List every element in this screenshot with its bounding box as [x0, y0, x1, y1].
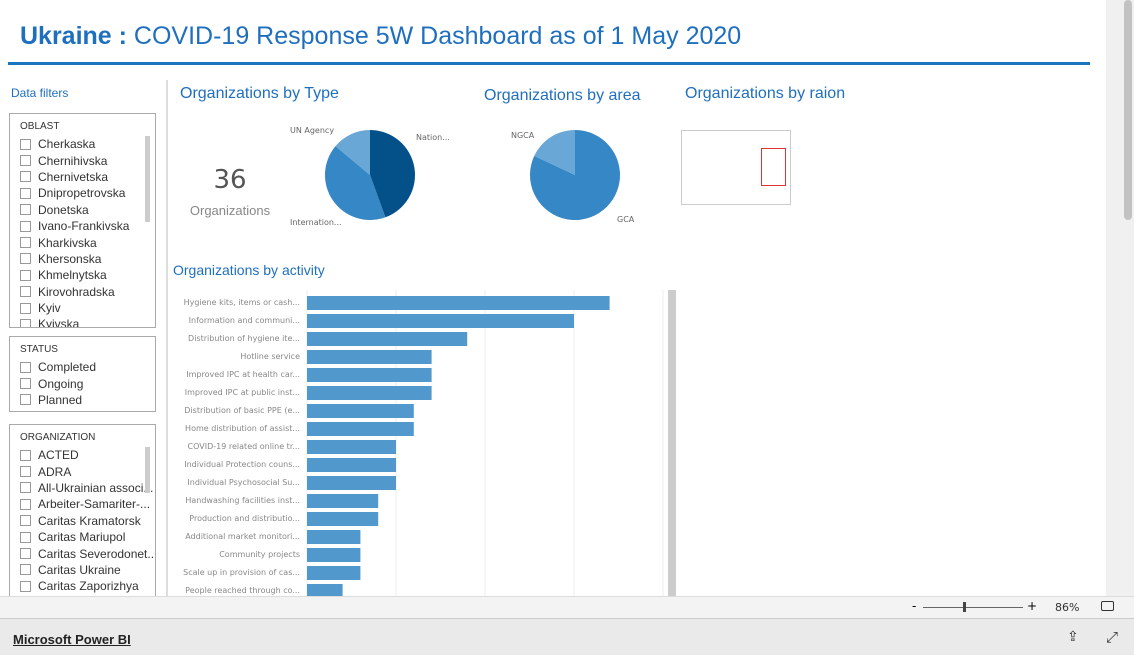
chart-scrollbar[interactable]	[668, 290, 676, 596]
activity-bar[interactable]	[307, 296, 610, 310]
activity-bar[interactable]	[307, 350, 432, 364]
bar-category-label: People reached through co...	[185, 586, 300, 595]
activity-bar[interactable]	[307, 530, 361, 544]
bar-category-label: Handwashing facilities inst...	[185, 496, 300, 505]
bar-category-label: Distribution of basic PPE (e...	[184, 406, 300, 415]
activity-bar[interactable]	[307, 440, 396, 454]
footer: Microsoft Power BI ⇪ ⤢	[0, 618, 1134, 655]
bar-category-label: Distribution of hygiene ite...	[188, 334, 300, 343]
activity-bar[interactable]	[307, 368, 432, 382]
bar-category-label: Additional market monitori...	[185, 532, 300, 541]
bar-category-label: Home distribution of assist...	[185, 424, 300, 433]
activity-bar[interactable]	[307, 548, 361, 562]
activity-bar[interactable]	[307, 422, 414, 436]
power-bi-link[interactable]: Microsoft Power BI	[13, 632, 131, 647]
zoom-slider[interactable]	[923, 607, 1023, 608]
activity-bar[interactable]	[307, 458, 396, 472]
bar-category-label: Individual Psychosocial Su...	[187, 478, 300, 487]
activity-bar[interactable]	[307, 566, 361, 580]
activity-bar[interactable]	[307, 512, 379, 526]
bar-category-label: Production and distributio...	[189, 514, 300, 523]
bar-category-label: Hotline service	[240, 352, 300, 361]
bar-category-label: Improved IPC at health car...	[186, 370, 300, 379]
bar-category-label: Hygiene kits, items or cash...	[183, 298, 300, 307]
zoom-level: 86%	[1055, 601, 1080, 614]
bar-category-label: Community projects	[219, 550, 300, 559]
activity-bar[interactable]	[307, 404, 414, 418]
bar-category-label: Information and communi...	[188, 316, 300, 325]
zoom-out-button[interactable]: -	[912, 599, 916, 613]
fullscreen-icon[interactable]: ⤢	[1106, 628, 1118, 646]
activity-bar[interactable]	[307, 386, 432, 400]
activity-bar[interactable]	[307, 314, 574, 328]
activity-bar[interactable]	[307, 494, 379, 508]
bar-category-label: Individual Protection couns...	[184, 460, 300, 469]
bar-category-label: Improved IPC at public inst...	[184, 388, 300, 397]
activity-bar[interactable]	[307, 332, 468, 346]
raion-heading: Organizations by raion	[685, 85, 846, 102]
bar-category-label: Scale up in provision of cas...	[183, 568, 300, 577]
share-icon[interactable]: ⇪	[1067, 629, 1079, 645]
zoom-in-button[interactable]: +	[1027, 599, 1037, 613]
activity-bar[interactable]	[307, 584, 343, 596]
fit-to-page-icon[interactable]	[1101, 601, 1114, 611]
zoom-slider-handle[interactable]	[963, 602, 966, 612]
activity-bar[interactable]	[307, 476, 396, 490]
zoom-bar: - + 86%	[0, 596, 1134, 618]
bar-category-label: COVID-19 related online tr...	[187, 442, 300, 451]
activity-bar-chart[interactable]	[0, 0, 700, 596]
page-scrollbar[interactable]	[1106, 0, 1134, 596]
report-canvas: Ukraine : COVID-19 Response 5W Dashboard…	[0, 0, 1106, 596]
map-selection-box	[761, 148, 786, 186]
